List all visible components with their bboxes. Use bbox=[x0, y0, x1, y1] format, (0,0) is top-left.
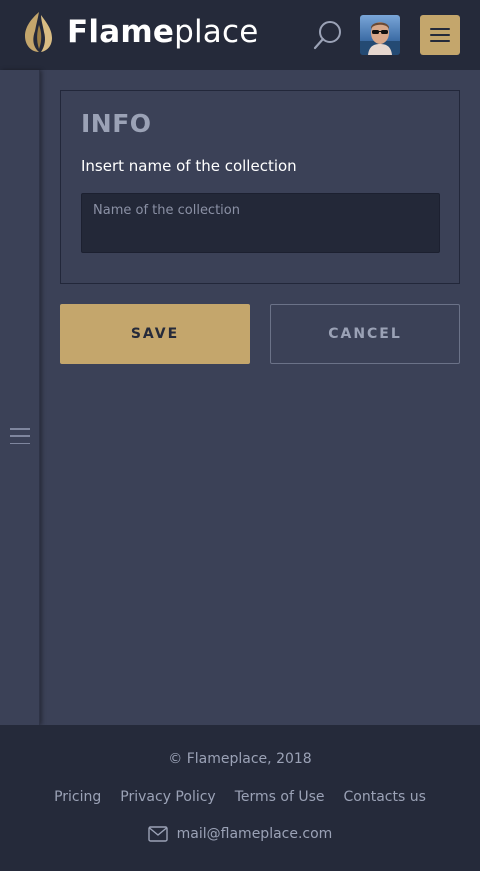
sidebar-menu-icon-bar bbox=[10, 442, 30, 444]
contact-email-row: mail@flameplace.com bbox=[0, 826, 480, 842]
page-footer: © Flameplace, 2018 Pricing Privacy Polic… bbox=[0, 725, 480, 871]
contact-email-link[interactable]: mail@flameplace.com bbox=[177, 826, 333, 842]
avatar-image bbox=[360, 15, 400, 55]
hamburger-icon bbox=[430, 28, 450, 30]
sidebar-collapsed bbox=[0, 70, 40, 725]
app-header: Flameplace bbox=[0, 0, 480, 70]
logo[interactable]: Flameplace bbox=[22, 10, 258, 54]
logo-text-light: place bbox=[174, 14, 259, 50]
hamburger-icon-bar bbox=[430, 34, 450, 36]
footer-link-terms-of-use[interactable]: Terms of Use bbox=[235, 789, 325, 805]
logo-wordmark: Flameplace bbox=[67, 10, 258, 54]
hamburger-icon-bar bbox=[430, 40, 450, 42]
logo-text-bold: Flame bbox=[67, 14, 175, 50]
footer-link-privacy-policy[interactable]: Privacy Policy bbox=[120, 789, 215, 805]
panel-title: INFO bbox=[81, 109, 152, 138]
main-menu-button[interactable] bbox=[420, 15, 460, 55]
mail-icon bbox=[147, 826, 168, 842]
sidebar-menu-icon bbox=[10, 428, 30, 430]
search-icon bbox=[313, 21, 341, 50]
footer-link-pricing[interactable]: Pricing bbox=[54, 789, 101, 805]
sidebar-toggle-button[interactable] bbox=[10, 428, 30, 444]
flame-logo-icon bbox=[25, 12, 52, 52]
collection-name-label: Insert name of the collection bbox=[81, 157, 297, 175]
save-button[interactable]: SAVE bbox=[60, 304, 250, 364]
search-button[interactable] bbox=[312, 19, 344, 51]
copyright-text: © Flameplace, 2018 bbox=[168, 751, 312, 767]
footer-links: Pricing Privacy Policy Terms of Use Cont… bbox=[0, 789, 480, 805]
sidebar-menu-icon-bar bbox=[10, 435, 30, 437]
user-avatar[interactable] bbox=[360, 15, 400, 55]
collection-info-panel: INFO Insert name of the collection bbox=[60, 90, 460, 284]
cancel-button[interactable]: CANCEL bbox=[270, 304, 460, 364]
footer-link-contacts[interactable]: Contacts us bbox=[344, 789, 426, 805]
collection-name-input[interactable] bbox=[81, 193, 440, 253]
